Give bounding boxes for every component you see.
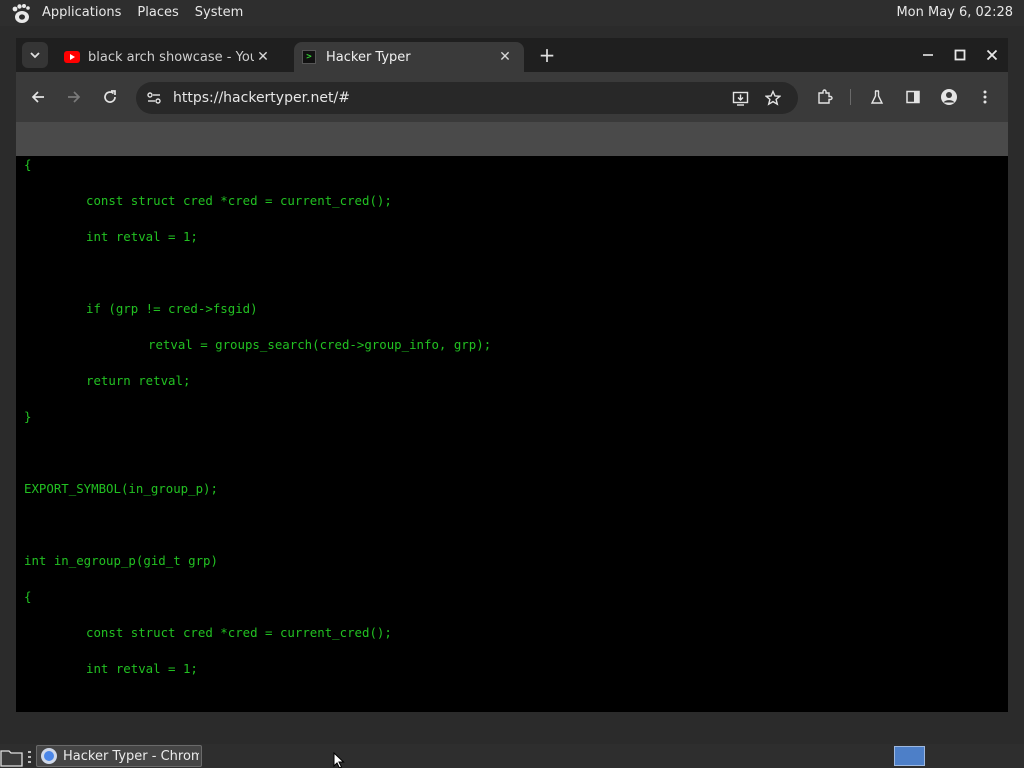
tab-hacker-typer[interactable]: > Hacker Typer ✕ [294,42,524,72]
tab-youtube[interactable]: black arch showcase - YouTube ✕ [56,42,286,72]
new-tab-button[interactable]: + [534,42,560,68]
puzzle-icon [817,88,833,104]
url-text[interactable]: https://hackertyper.net/# [173,82,350,114]
extensions-button[interactable] [811,84,837,110]
code-line: return retval; [86,373,191,388]
menu-system[interactable]: System [187,0,251,26]
maximize-icon [954,49,966,61]
mouse-cursor-icon [333,752,345,768]
tab-close-icon[interactable]: ✕ [254,49,272,65]
code-line: { [24,157,32,172]
tab-title: black arch showcase - YouTube [88,49,254,65]
more-vert-icon [983,90,987,104]
workspace-switcher-2[interactable] [928,746,958,766]
reload-button[interactable] [97,84,123,110]
code-line: const struct cred *cred = current_cred()… [86,625,392,640]
code-line: int retval = 1; [86,661,198,676]
menu-applications[interactable]: Applications [34,0,129,26]
workspace-switcher-1[interactable] [894,746,925,766]
side-panel-button[interactable] [900,84,926,110]
arrow-right-icon [68,91,81,103]
code-line: int retval = 1; [86,229,198,244]
gnome-foot-icon[interactable] [10,2,32,24]
close-icon [986,49,998,61]
arrow-left-icon [31,91,44,103]
code-line: { [24,589,32,604]
browser-toolbar: https://hackertyper.net/# [16,72,1008,122]
chromium-icon [41,748,57,764]
code-line: } [24,409,32,424]
chevron-down-icon [30,52,40,59]
tab-close-icon[interactable]: ✕ [496,49,514,65]
site-settings-icon[interactable] [146,90,162,106]
star-icon[interactable] [765,90,781,106]
address-bar[interactable]: https://hackertyper.net/# [136,82,798,114]
code-line: if (grp != cred->fsgid) [86,301,258,316]
minimize-icon [923,54,933,56]
panel-handle-icon [28,751,31,763]
tab-title: Hacker Typer [326,49,411,65]
taskbar-item-browser[interactable]: Hacker Typer - Chromium [36,745,202,767]
minimize-button[interactable] [914,42,942,68]
browser-window: black arch showcase - YouTube ✕ > Hacker… [16,38,1008,712]
profile-button[interactable] [936,84,962,110]
code-line: EXPORT_SYMBOL(in_group_p); [24,481,218,496]
page-header-strip [16,122,1008,156]
youtube-icon [64,51,80,63]
code-line: const struct cred *cred = current_cred()… [86,193,392,208]
maximize-button[interactable] [946,42,974,68]
toolbar-separator [850,89,851,105]
hacker-typer-terminal[interactable]: { const struct cred *cred = current_cred(… [16,156,1008,712]
back-button[interactable] [25,84,51,110]
tab-search-button[interactable] [22,42,48,68]
show-desktop-icon[interactable] [0,747,24,767]
tab-strip: black arch showcase - YouTube ✕ > Hacker… [16,38,1008,72]
flask-icon [870,90,884,104]
top-panel: Applications Places System Mon May 6, 02… [0,0,1024,26]
menu-places[interactable]: Places [129,0,186,26]
code-line: retval = groups_search(cred->group_info,… [148,337,492,352]
profile-icon [941,89,957,105]
side-panel-icon [906,90,920,104]
terminal-icon: > [302,50,316,64]
install-app-icon[interactable] [732,90,749,107]
close-window-button[interactable] [978,42,1006,68]
bottom-panel: Hacker Typer - Chromium [0,744,1024,768]
reload-icon [104,90,116,103]
taskbar-item-title: Hacker Typer - Chromium [63,748,199,764]
labs-button[interactable] [864,84,890,110]
menu-button[interactable] [972,84,998,110]
code-line: int in_egroup_p(gid_t grp) [24,553,218,568]
forward-button[interactable] [61,84,87,110]
panel-menus: Applications Places System [34,0,251,26]
clock[interactable]: Mon May 6, 02:28 [896,0,1013,26]
